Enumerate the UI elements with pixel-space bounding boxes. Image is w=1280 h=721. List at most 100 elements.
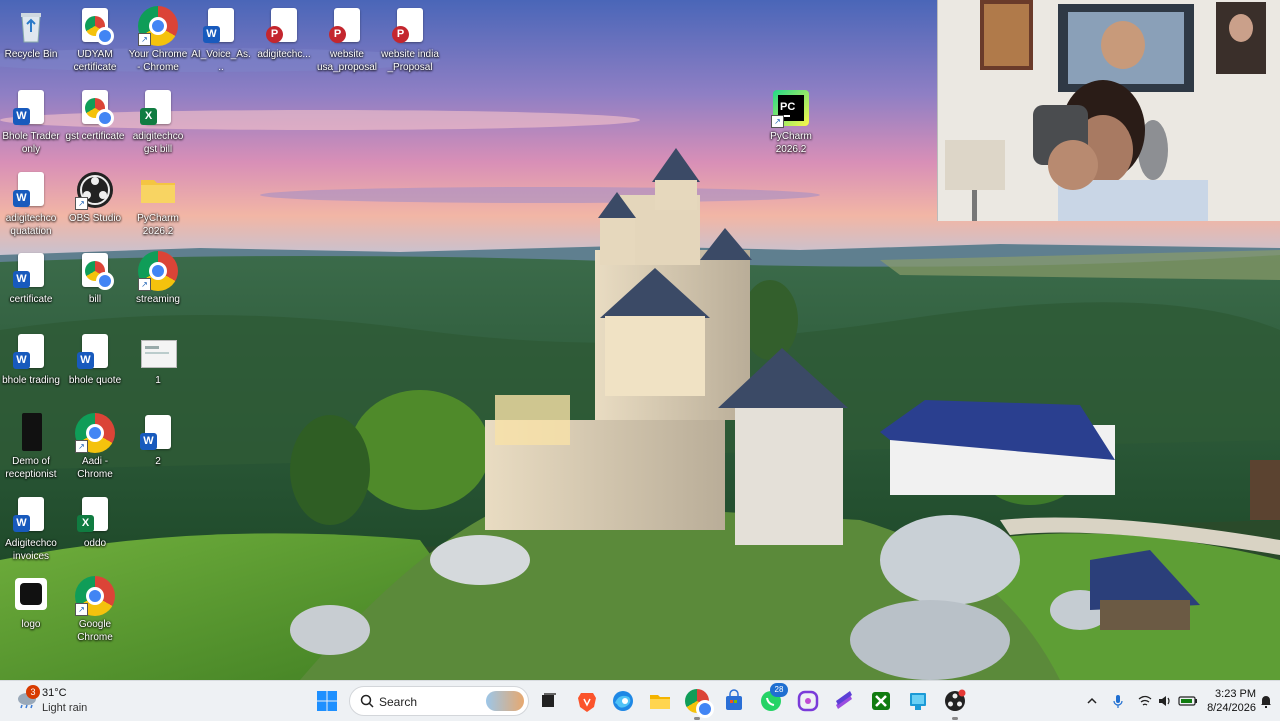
notification-icon[interactable]: [1258, 693, 1274, 709]
desktop-icon-label: gst certificate: [65, 131, 125, 142]
desktop-icon-recycle-bin[interactable]: Recycle Bin: [0, 6, 62, 61]
word-icon: W: [11, 495, 51, 535]
desktop-icon-label: PyCharm 2026.2: [770, 131, 812, 155]
taskbar-whatsapp[interactable]: 28: [757, 683, 788, 715]
taskbar-copilot[interactable]: [794, 687, 822, 715]
taskbar-file-explorer[interactable]: [646, 687, 674, 715]
search-highlight-image: [486, 691, 524, 711]
chrome-icon: ↗: [75, 576, 115, 616]
desktop-icon-adigitechco-quatation[interactable]: W adigitechco quatation: [0, 170, 62, 238]
desktop-icon-pycharm-folder[interactable]: PyCharm 2026.2: [127, 170, 189, 238]
taskbar-brave[interactable]: [573, 687, 601, 715]
task-view-icon: [542, 693, 556, 707]
weather-badge: 3: [26, 685, 40, 699]
desktop-icon-pycharm-app[interactable]: PC ↗ PyCharm 2026.2: [760, 88, 822, 156]
powerpoint-icon: P: [390, 6, 430, 46]
weather-widget[interactable]: 3 31°C Light rain: [12, 685, 132, 717]
desktop-icon-1[interactable]: 1: [127, 332, 189, 387]
powerpoint-icon: P: [264, 6, 304, 46]
store-icon: [726, 689, 742, 710]
desktop-icon-label: adigitechco gst bill: [132, 131, 184, 155]
desktop-icon-website-india-proposal[interactable]: P website india _Proposal: [379, 6, 441, 74]
desktop-icon-bhole-trading[interactable]: W bhole trading: [0, 332, 62, 387]
word-icon: W: [75, 332, 115, 372]
desktop-icon-bill[interactable]: bill: [64, 251, 126, 306]
desktop-icon-your-chrome[interactable]: ↗ Your Chrome - Chrome: [127, 6, 189, 74]
taskbar-search[interactable]: Search: [349, 686, 529, 716]
taskbar-obs[interactable]: [941, 687, 969, 720]
desktop-icon-adigitechco-ppt[interactable]: P adigitechc...: [253, 6, 315, 61]
copilot-icon: [797, 690, 819, 712]
desktop-icon-udyam-certificate[interactable]: UDYAM certificate: [64, 6, 126, 74]
search-placeholder: Search: [379, 695, 418, 709]
desktop-icon-label: PyCharm 2026.2: [137, 213, 179, 237]
desktop-icon-label: bhole trading: [2, 375, 60, 386]
word-icon: W: [11, 251, 51, 291]
desktop-icon-bhole-trader-only[interactable]: W Bhole Trader only: [0, 88, 62, 156]
wifi-icon[interactable]: [1137, 693, 1153, 709]
desktop-icon-adigitechco-invoices[interactable]: W Adigitechco invoices: [0, 495, 62, 563]
powerpoint-icon: P: [327, 6, 367, 46]
desktop-icon-label: UDYAM certificate: [73, 49, 117, 73]
desktop-icon-demo-of-receptionist[interactable]: Demo of receptionist: [0, 413, 62, 481]
desktop-icon-bhole-quote[interactable]: W bhole quote: [64, 332, 126, 387]
excel-icon: X: [75, 495, 115, 535]
desktop-icon-label: AI_Voice_As...: [191, 49, 251, 73]
clock-time: 3:23 PM: [1215, 688, 1256, 700]
desktop-icon-google-chrome[interactable]: ↗ Google Chrome: [64, 576, 126, 644]
desktop-icon-label: website usa_proposal: [316, 49, 378, 73]
desktop-icon-label: streaming: [136, 294, 180, 305]
desktop-icon-label: adigitechc...: [257, 49, 311, 60]
desktop-icon-label: Bhole Trader only: [2, 131, 60, 155]
taskbar-stack-app[interactable]: [830, 687, 858, 715]
start-button[interactable]: [313, 687, 341, 715]
desktop-icon-label: bill: [88, 294, 102, 305]
pycharm-icon: PC ↗: [771, 88, 811, 128]
weather-condition: Light rain: [42, 702, 88, 714]
desktop-icon-streaming[interactable]: ↗ streaming: [127, 251, 189, 306]
desktop-icon-ai-voice[interactable]: W AI_Voice_As...: [190, 6, 252, 74]
desktop-icon-adigitechco-gst-bill[interactable]: X adigitechco gst bill: [127, 88, 189, 156]
pdf-icon: [75, 88, 115, 128]
app-icon: [910, 693, 926, 710]
desktop-icon-label: Demo of receptionist: [5, 456, 57, 480]
volume-icon[interactable]: [1157, 693, 1173, 709]
battery-icon[interactable]: [1178, 693, 1197, 709]
desktop-icon-obs-studio[interactable]: ↗ OBS Studio: [64, 170, 126, 225]
video-file-icon: [11, 413, 51, 453]
chevron-up-icon[interactable]: [1084, 693, 1100, 709]
desktop-icon-website-usa-proposal[interactable]: P website usa_proposal: [316, 6, 378, 74]
task-view-button[interactable]: [534, 687, 562, 715]
folder-icon: [650, 695, 670, 709]
desktop-icon-label: website india _Proposal: [381, 49, 439, 73]
system-tray: 3:23 PM 8/24/2026: [1060, 681, 1280, 721]
word-icon: W: [201, 6, 241, 46]
desktop-icon-oddo[interactable]: X oddo: [64, 495, 126, 550]
image-icon: [138, 332, 178, 372]
desktop-icon-label: Recycle Bin: [4, 49, 58, 60]
microphone-icon[interactable]: [1110, 693, 1126, 709]
clock[interactable]: 3:23 PM 8/24/2026: [1207, 687, 1256, 715]
taskbar-xbox[interactable]: [867, 687, 895, 715]
desktop-icon-label: adigitechco quatation: [5, 213, 57, 237]
desktop-icon-label: oddo: [83, 538, 107, 549]
svg-text:PC: PC: [780, 101, 795, 113]
desktop-icon-aadi-chrome[interactable]: ↗ Aadi - Chrome: [64, 413, 126, 481]
chrome-icon: ↗: [138, 251, 178, 291]
desktop-icon-label: Adigitechco invoices: [5, 538, 57, 562]
desktop-icon-logo[interactable]: logo: [0, 576, 62, 631]
desktop-icon-gst-certificate[interactable]: gst certificate: [64, 88, 126, 143]
desktop-icon-label: OBS Studio: [68, 213, 122, 224]
logo-file-icon: [11, 576, 51, 616]
desktop-icon-label: Your Chrome - Chrome: [128, 49, 188, 73]
taskbar-chrome[interactable]: [683, 687, 714, 720]
taskbar-store[interactable]: [720, 687, 748, 715]
taskbar-app-blue[interactable]: [904, 687, 932, 715]
desktop-icon-certificate[interactable]: W certificate: [0, 251, 62, 306]
excel-icon: X: [138, 88, 178, 128]
taskbar-edge[interactable]: [609, 687, 637, 715]
desktop-icon-2[interactable]: W 2: [127, 413, 189, 468]
chrome-icon: [685, 689, 714, 718]
desktop-icon-label: bhole quote: [68, 375, 122, 386]
edge-icon: [613, 691, 633, 711]
